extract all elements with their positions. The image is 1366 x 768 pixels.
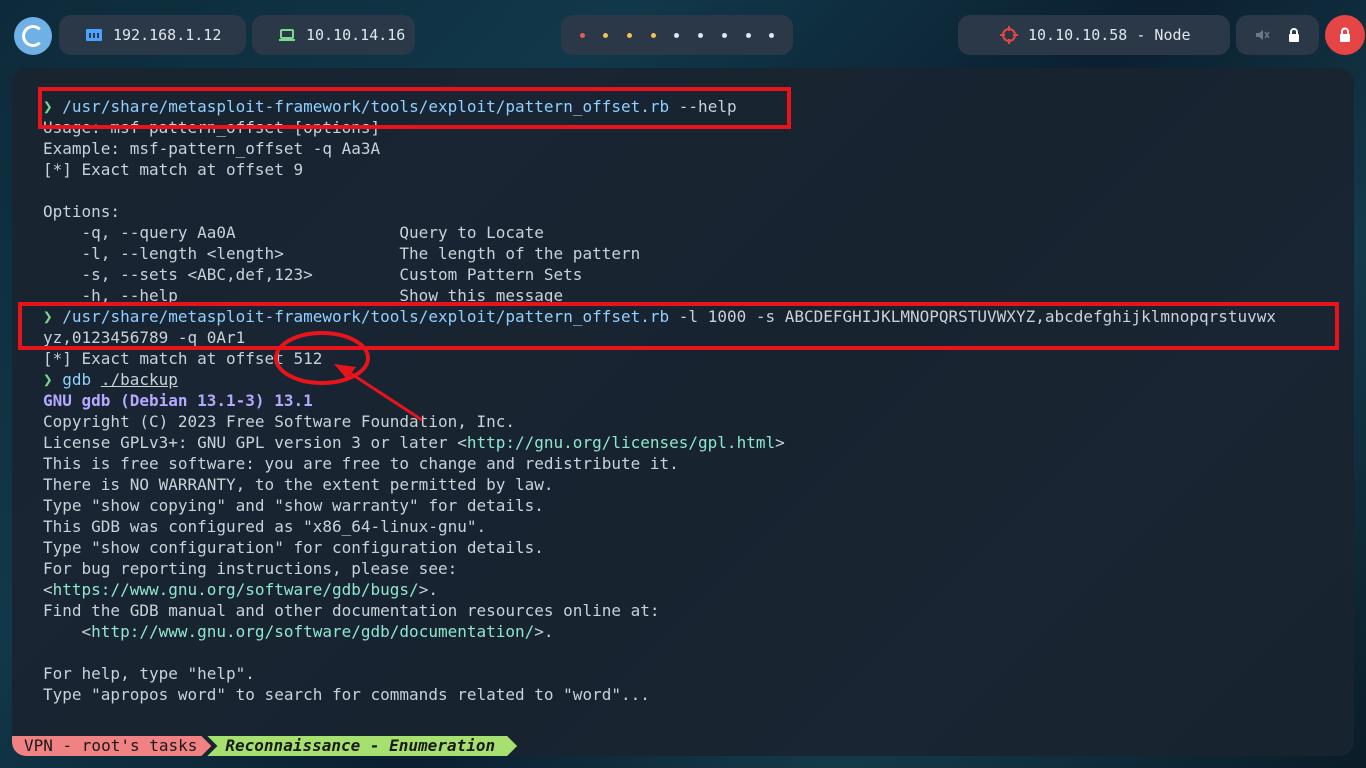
target-label: 10.10.10.58 - Node [1028, 26, 1191, 44]
target-icon [1000, 26, 1018, 44]
workspace-dot-6[interactable] [698, 32, 704, 38]
top-bar: 192.168.1.12 10.10.14.16 10.10.10.58 - N… [0, 0, 1366, 70]
window-tab[interactable]: Reconnaissance - Enumeration [207, 736, 517, 756]
mute-icon[interactable] [1254, 27, 1270, 43]
session-tab[interactable]: VPN - root's tasks [12, 736, 211, 756]
power-button[interactable] [1325, 15, 1365, 55]
laptop-icon [279, 29, 295, 41]
network-icon [86, 29, 102, 41]
vpn-ip-widget[interactable]: 10.10.14.16 [252, 15, 415, 55]
local-ip-widget[interactable]: 192.168.1.12 [59, 15, 246, 55]
workspace-dot-3[interactable] [627, 32, 633, 38]
lock-icon[interactable] [1287, 27, 1301, 43]
vpn-ip-label: 10.10.14.16 [306, 26, 406, 44]
tmux-status-bar: VPN - root's tasks Reconnaissance - Enum… [12, 736, 517, 756]
workspace-indicator[interactable] [561, 15, 793, 55]
workspace-dot-4[interactable] [650, 32, 656, 38]
annotation-overlay [274, 331, 423, 422]
workspace-dot-8[interactable] [745, 32, 751, 38]
workspace-dot-2[interactable] [603, 32, 609, 38]
local-ip-label: 192.168.1.12 [113, 26, 222, 44]
workspace-dot-1[interactable] [579, 32, 585, 38]
workspace-dot-7[interactable] [721, 32, 727, 38]
workspace-dot-5[interactable] [674, 32, 680, 38]
power-icon [1340, 27, 1350, 42]
workspace-dot-9[interactable] [769, 32, 775, 38]
annotation-arrow-shaft [346, 369, 423, 422]
distro-logo-icon[interactable] [14, 17, 52, 55]
terminal-window[interactable]: ❯ /usr/share/metasploit-framework/tools/… [12, 68, 1354, 756]
target-widget[interactable]: 10.10.10.58 - Node [958, 15, 1230, 55]
system-tray [1236, 15, 1319, 55]
